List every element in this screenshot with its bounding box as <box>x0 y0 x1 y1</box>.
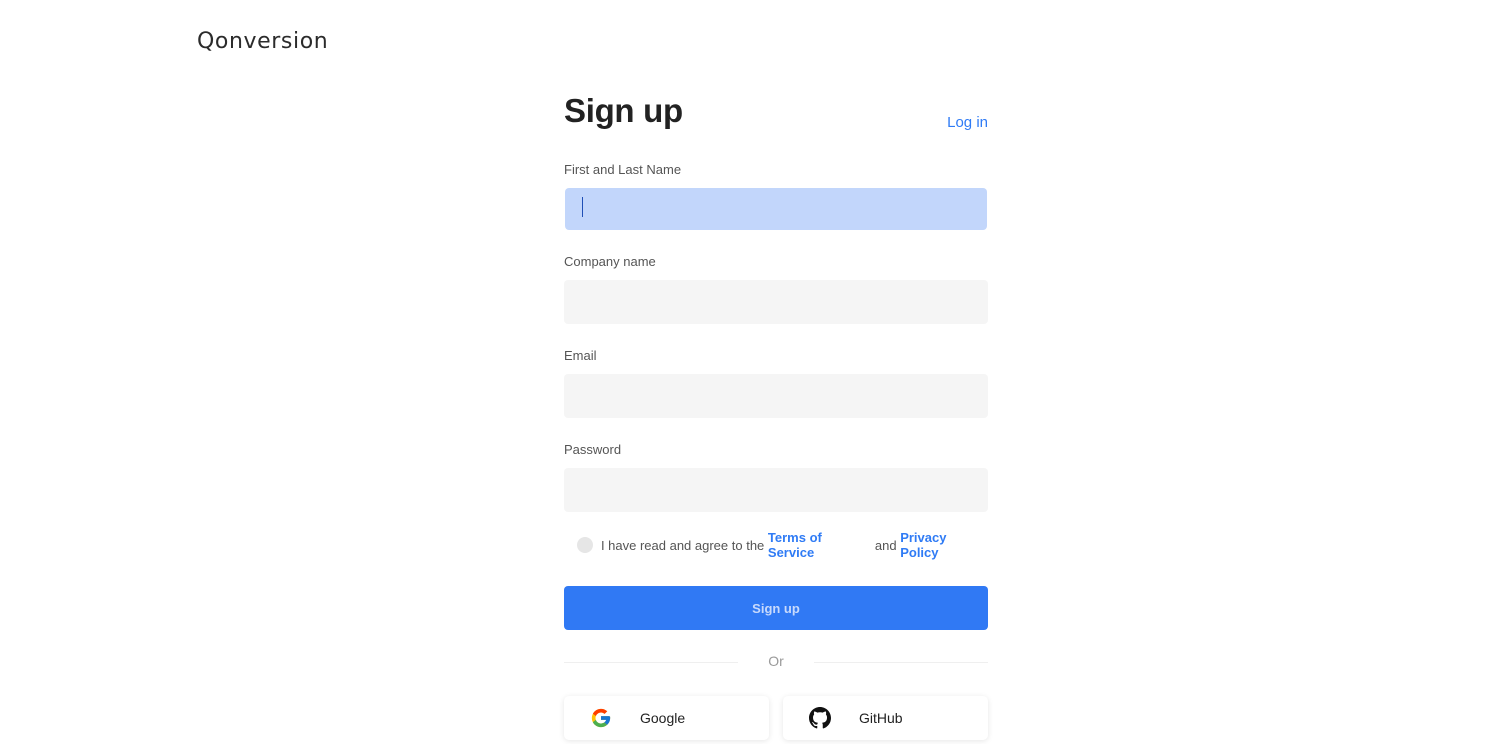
password-label: Password <box>564 442 622 457</box>
social-login-row: Google GitHub <box>564 696 988 740</box>
page-title: Sign up <box>564 92 683 129</box>
divider-text: Or <box>768 653 784 669</box>
form-header: Sign up Log in <box>564 92 988 152</box>
signup-page: Qonversion Sign up Log in First and Last… <box>0 0 1497 744</box>
privacy-policy-link[interactable]: Privacy Policy <box>900 530 988 560</box>
github-signin-button[interactable]: GitHub <box>783 696 988 740</box>
company-input[interactable] <box>564 280 988 324</box>
terms-prefix: I have read and agree to the <box>600 537 768 553</box>
email-input[interactable] <box>564 374 988 418</box>
login-link[interactable]: Log in <box>947 114 988 131</box>
company-label: Company name <box>564 254 656 269</box>
email-label: Email <box>564 348 597 363</box>
signup-form: Sign up Log in First and Last Name Compa… <box>564 92 988 740</box>
name-input[interactable] <box>565 188 987 230</box>
qonversion-logo[interactable]: Qonversion <box>197 29 328 54</box>
terms-checkbox[interactable] <box>577 537 593 553</box>
or-divider: Or <box>564 652 988 672</box>
terms-of-service-link[interactable]: Terms of Service <box>768 530 871 560</box>
signup-button[interactable]: Sign up <box>564 586 988 630</box>
password-input[interactable] <box>564 468 988 512</box>
google-icon <box>590 707 612 729</box>
google-signin-button[interactable]: Google <box>564 696 769 740</box>
name-label: First and Last Name <box>564 162 682 177</box>
text-caret <box>582 197 583 217</box>
terms-middle: and <box>871 537 901 553</box>
divider-line-right <box>814 662 988 663</box>
google-label: Google <box>640 710 686 726</box>
github-label: GitHub <box>859 710 903 726</box>
terms-row: I have read and agree to the Terms of Se… <box>577 530 988 560</box>
github-icon <box>809 707 831 729</box>
